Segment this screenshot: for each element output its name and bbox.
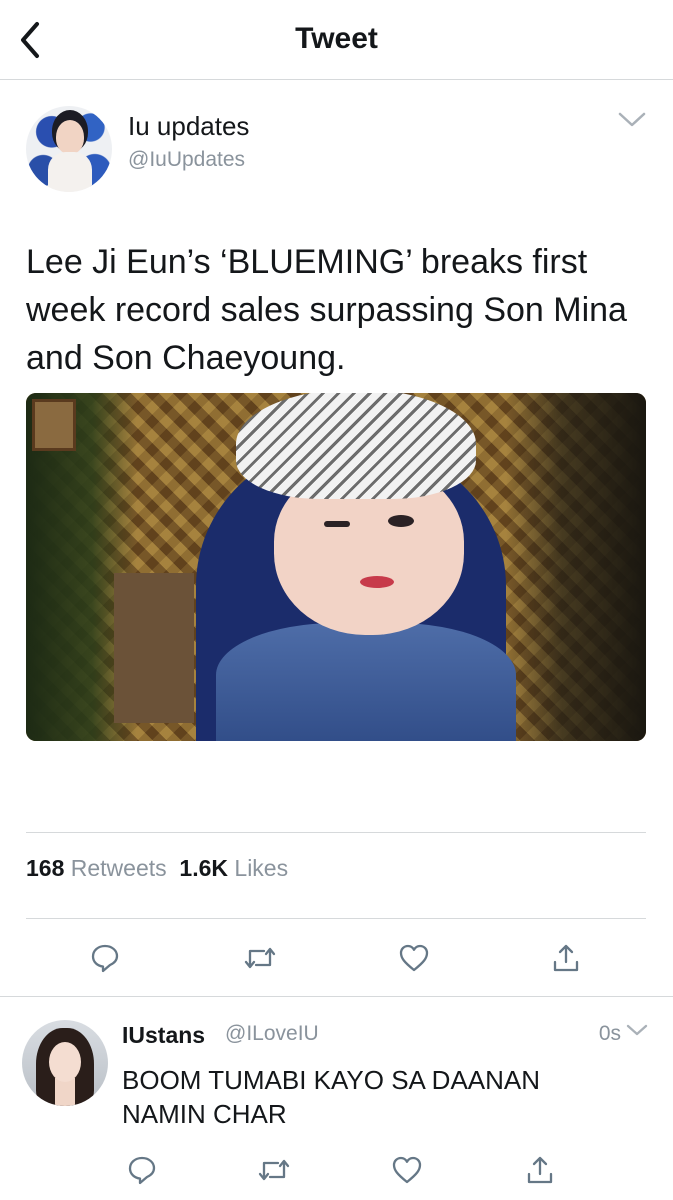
page-title: Tweet [295,22,378,55]
tweet-photo[interactable] [26,393,646,741]
chevron-down-icon [626,1024,648,1036]
photo-frame [32,399,76,451]
author-handle[interactable]: @IuUpdates [128,148,245,172]
reply-tweet[interactable]: IUstans @ILoveIU 0s BOOM TUMABI KAYO SA … [0,998,673,1200]
author-avatar[interactable] [26,106,112,192]
tweet-text: Lee Ji Eun’s ‘BLUEMING’ breaks first wee… [26,243,627,377]
reply-author-handle[interactable]: @ILoveIU [225,1022,319,1046]
reply-timestamp: 0s [598,1022,621,1045]
chevron-down-icon [618,112,646,127]
like-button[interactable] [394,938,434,978]
avatar-neck [55,1078,75,1106]
share-button[interactable] [546,938,586,978]
avatar-face [56,120,84,154]
reply-icon [91,944,119,973]
share-button[interactable] [520,1150,560,1190]
like-button[interactable] [387,1150,427,1190]
tweet-menu-button[interactable] [617,110,647,135]
retweet-button[interactable] [254,1150,294,1190]
reply-button[interactable] [85,938,125,978]
avatar-face [49,1042,81,1082]
share-icon [527,1156,553,1184]
retweet-icon [244,947,276,969]
reply-button[interactable] [122,1150,162,1190]
nav-bar: Tweet [0,0,673,80]
avatar-body [48,152,92,192]
divider [26,918,646,919]
divider [26,832,646,833]
like-icon [399,944,429,972]
likes-label[interactable]: Likes [234,855,288,881]
divider [0,996,673,997]
photo-lips [360,576,394,588]
like-icon [392,1156,422,1184]
retweets-count[interactable]: 168 [26,855,64,881]
retweet-button[interactable] [240,938,280,978]
share-icon [553,944,579,972]
likes-count[interactable]: 1.6K [179,855,228,881]
reply-text: BOOM TUMABI KAYO SA DAANAN NAMIN CHAR [122,1065,541,1129]
retweets-label[interactable]: Retweets [71,855,167,881]
reply-avatar[interactable] [22,1020,108,1106]
author-name[interactable]: Iu updates [128,111,249,142]
photo-eye [388,515,414,527]
photo-cabinet [114,573,194,723]
photo-hat [236,393,476,499]
photo-jacket [216,623,516,741]
reply-author-name[interactable]: IUstans [122,1022,205,1049]
reply-icon [128,1156,156,1185]
photo-eye [324,521,350,527]
photo-desk [506,393,646,741]
retweet-icon [258,1159,290,1181]
reply-menu-button[interactable] [625,1022,649,1043]
tweet-stats: 168 Retweets 1.6K Likes [26,855,288,882]
